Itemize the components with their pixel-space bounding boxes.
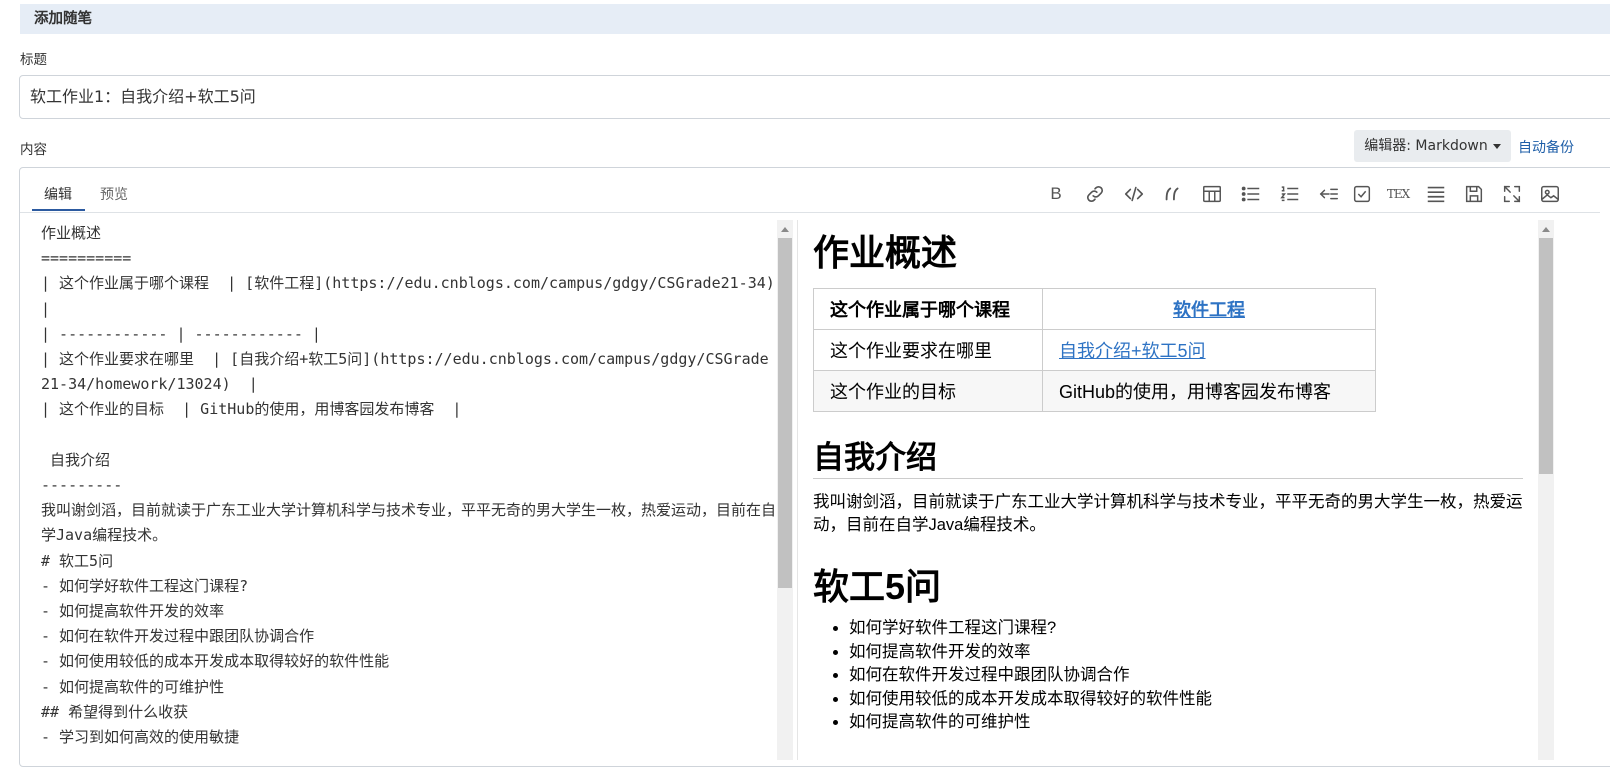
source-line: # 软工5问 [41, 551, 114, 570]
tabs-divider [20, 212, 1600, 213]
list-item: 如何使用较低的成本开发成本取得较好的软件性能 [849, 688, 1523, 712]
preview-heading-overview: 作业概述 [813, 232, 958, 273]
source-line: - 如何提高软件开发的效率 [41, 602, 225, 621]
course-link[interactable]: 软件工程 [1173, 300, 1245, 320]
preview-scrollbar[interactable] [1538, 220, 1554, 760]
list-item: 如何在软件开发过程中跟团队协调合作 [849, 664, 1523, 688]
source-line: --------- [41, 476, 123, 495]
outdent-icon[interactable] [1318, 183, 1340, 205]
source-scroll-thumb[interactable] [778, 238, 792, 588]
source-line: | 这个作业属于哪个课程 | [软件工程](https://edu.cnblog… [41, 274, 775, 318]
chevron-down-icon [1492, 143, 1501, 149]
preview-table: 这个作业属于哪个课程 软件工程 这个作业要求在哪里 自我介绍+软工5问 这个作业… [813, 288, 1376, 412]
preview-heading-five-questions: 软工5问 [813, 566, 942, 607]
list-item: 如何学好软件工程这门课程? [849, 617, 1523, 641]
bold-icon[interactable]: B [1045, 183, 1067, 205]
table-cell: 这个作业的目标 [813, 370, 1043, 412]
source-line: | ------------ | ------------ | [41, 324, 321, 343]
table-row: 这个作业要求在哪里 自我介绍+软工5问 [813, 329, 1376, 371]
scroll-up-icon[interactable] [1542, 227, 1550, 232]
source-line: 作业概述 [41, 224, 102, 242]
title-input[interactable]: 软工作业1：自我介绍+软工5问 [19, 75, 1610, 119]
table-header-cell: 软件工程 [1042, 288, 1376, 330]
unordered-list-icon[interactable] [1240, 183, 1262, 205]
source-line: ========== [41, 249, 132, 268]
list-item: 如何提高软件的可维护性 [849, 711, 1523, 735]
checkbox-icon[interactable] [1351, 183, 1373, 205]
table-icon[interactable] [1201, 183, 1223, 205]
preview-intro-text: 我叫谢剑滔，目前就读于广东工业大学计算机科学与技术专业，平平无奇的男大学生一枚，… [813, 493, 1523, 534]
title-label: 标题 [20, 52, 47, 68]
markdown-preview: 作业概述 这个作业属于哪个课程 软件工程 这个作业要求在哪里 自我介绍+软工5问… [813, 221, 1523, 761]
table-row: 这个作业的目标 GitHub的使用，用博客园发布博客 [813, 370, 1376, 412]
source-scrollbar[interactable] [777, 220, 793, 760]
tab-edit[interactable]: 编辑 [44, 184, 72, 204]
tex-icon[interactable]: TEX [1385, 183, 1411, 205]
image-icon[interactable] [1539, 183, 1561, 205]
active-tab-indicator [32, 209, 85, 211]
preview-question-list: 如何学好软件工程这门课程? 如何提高软件开发的效率 如何在软件开发过程中跟团队协… [813, 617, 1523, 735]
source-line: - 如何在软件开发过程中跟团队协调合作 [41, 627, 315, 646]
source-line: - 如何提高软件的可维护性 [41, 677, 225, 696]
table-cell: 自我介绍+软工5问 [1042, 329, 1376, 371]
section-header: 添加随笔 [20, 4, 1610, 34]
auto-backup-link[interactable]: 自动备份 [1518, 137, 1574, 157]
source-line: - 学习到如何高效的使用敏捷 [41, 728, 240, 747]
preview-heading-intro: 自我介绍 [813, 438, 1523, 479]
table-row: 这个作业属于哪个课程 软件工程 [813, 288, 1376, 330]
code-icon[interactable] [1123, 183, 1145, 205]
markdown-source[interactable]: 作业概述 ========== | 这个作业属于哪个课程 | [软件工程](http… [41, 221, 776, 761]
table-header-cell: 这个作业属于哪个课程 [813, 288, 1043, 330]
pane-divider [797, 220, 798, 760]
source-line: | 这个作业的目标 | GitHub的使用，用博客园发布博客 | [41, 400, 462, 419]
content-label: 内容 [20, 142, 47, 158]
save-icon[interactable] [1463, 183, 1485, 205]
table-cell: 这个作业要求在哪里 [813, 329, 1043, 371]
preview-scroll-thumb[interactable] [1539, 238, 1553, 474]
editor-type-label: 编辑器: Markdown [1364, 138, 1488, 154]
editor-type-dropdown[interactable]: 编辑器: Markdown [1354, 130, 1511, 162]
source-line: ## 希望得到什么收获 [41, 702, 189, 721]
tab-preview[interactable]: 预览 [100, 184, 128, 204]
source-line [41, 423, 776, 448]
ordered-list-icon[interactable] [1279, 183, 1301, 205]
source-line: 自我介绍 [41, 450, 111, 469]
scroll-up-icon[interactable] [781, 227, 789, 232]
fullscreen-icon[interactable] [1501, 183, 1523, 205]
source-line: 我叫谢剑滔，目前就读于广东工业大学计算机科学与技术专业，平平无奇的男大学生一枚，… [41, 501, 776, 545]
source-line: | 这个作业要求在哪里 | [自我介绍+软工5问](https://edu.cn… [41, 350, 769, 394]
source-line: - 如何使用较低的成本开发成本取得较好的软件性能 [41, 652, 390, 671]
quote-icon[interactable] [1162, 183, 1184, 205]
align-icon[interactable] [1425, 183, 1447, 205]
list-item: 如何提高软件开发的效率 [849, 641, 1523, 665]
source-line: - 如何学好软件工程这门课程? [41, 576, 249, 595]
homework-link[interactable]: 自我介绍+软工5问 [1059, 341, 1206, 361]
link-icon[interactable] [1084, 183, 1106, 205]
table-cell: GitHub的使用，用博客园发布博客 [1042, 370, 1376, 412]
